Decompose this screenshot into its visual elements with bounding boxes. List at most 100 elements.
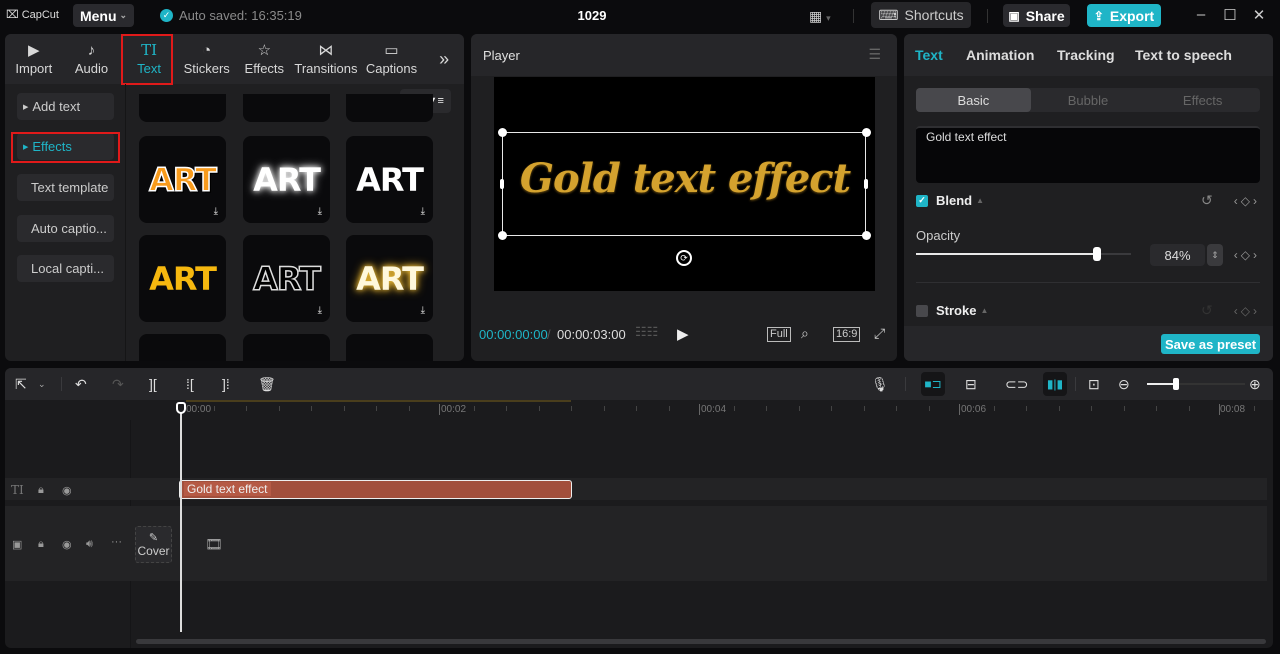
fullscreen-icon[interactable]: ⤢ (874, 325, 885, 342)
effect-tile-partial[interactable] (139, 94, 226, 122)
audio-mute-icon[interactable]: 🔊︎ (86, 538, 93, 551)
minimize-button[interactable]: – (1191, 6, 1211, 23)
resize-handle[interactable] (862, 128, 871, 137)
lock-icon[interactable]: 🔒︎ (38, 538, 44, 551)
download-icon[interactable]: ⤓ (318, 206, 322, 217)
save-as-preset-button[interactable]: Save as preset (1161, 334, 1260, 354)
tab-tracking[interactable]: Tracking (1057, 47, 1115, 63)
menu-button[interactable]: Menu ⌄ (73, 4, 134, 27)
player-canvas[interactable]: Gold text effect ⟳ (494, 77, 875, 291)
download-icon[interactable]: ⤓ (318, 305, 322, 316)
sidebar-item-local-captions[interactable]: Local capti... (17, 255, 114, 282)
tab-stickers[interactable]: ◔ Stickers (178, 34, 236, 84)
download-icon[interactable]: ⤓ (421, 206, 425, 217)
text-selection-box[interactable]: Gold text effect (502, 132, 866, 236)
delete-icon[interactable]: 🗑 (258, 376, 276, 393)
trim-right-icon[interactable]: ]⁞ (222, 376, 230, 392)
tab-effects[interactable]: ☆ Effects (236, 34, 294, 84)
preview-axis-toggle[interactable]: ▮|▮ (1043, 372, 1067, 396)
resize-handle[interactable] (498, 231, 507, 240)
canvas-text[interactable]: Gold text effect (517, 155, 853, 202)
text-clip[interactable]: Gold text effect (179, 480, 572, 499)
effect-tile-partial[interactable] (346, 94, 433, 122)
effect-tile[interactable]: ART ⤓ (346, 235, 433, 322)
effect-tile[interactable]: ART ⤓ (139, 136, 226, 223)
main-track-magnet-toggle[interactable]: ■⊐ (921, 372, 945, 396)
tab-audio[interactable]: ♪ Audio (63, 34, 121, 84)
hamburger-menu-icon[interactable]: ☰ (868, 46, 881, 63)
rotate-icon[interactable]: ⟳ (676, 250, 692, 266)
split-icon[interactable]: ][ (149, 376, 157, 392)
timeline-zoom-slider[interactable] (1147, 378, 1245, 390)
resize-handle[interactable] (500, 179, 504, 189)
resize-handle[interactable] (864, 179, 868, 189)
tab-text[interactable]: Text (915, 47, 943, 63)
opacity-slider[interactable] (916, 247, 1131, 261)
effect-tile[interactable]: ART (139, 235, 226, 322)
share-button[interactable]: ▣ Share (1003, 4, 1070, 27)
keyframe-icon[interactable]: ‹◇› (1234, 248, 1260, 262)
maximize-button[interactable]: ☐ (1220, 6, 1240, 24)
effect-tile[interactable]: ART ⤓ (243, 136, 330, 223)
export-button[interactable]: ⇪ Export (1087, 4, 1161, 27)
tab-import[interactable]: ▶︎ Import (5, 34, 63, 84)
eye-icon[interactable]: ◉ (62, 538, 72, 551)
timeline-horizontal-scrollbar[interactable] (136, 639, 1266, 644)
download-icon[interactable]: ⤓ (214, 206, 218, 217)
tab-animation[interactable]: Animation (966, 47, 1034, 63)
lock-icon[interactable]: 🔒︎ (38, 484, 44, 497)
zoom-in-icon[interactable]: ⊕ (1249, 376, 1261, 393)
stroke-checkbox[interactable] (916, 304, 928, 317)
select-cursor-icon[interactable]: ⇱ (15, 376, 27, 393)
sidebar-item-text-template[interactable]: Text template (17, 174, 114, 201)
close-button[interactable]: ✕ (1249, 6, 1269, 24)
text-content-input[interactable]: Gold text effect (916, 126, 1260, 183)
segment-bubble[interactable]: Bubble (1031, 88, 1146, 112)
effect-tile-partial[interactable] (243, 334, 330, 361)
effect-tile-partial[interactable] (139, 334, 226, 361)
opacity-stepper[interactable]: ⇕ (1207, 244, 1223, 266)
blend-checkbox[interactable]: ✓ (916, 194, 928, 207)
download-icon[interactable]: ⤓ (421, 305, 425, 316)
eye-icon[interactable]: ◉ (62, 484, 72, 497)
caret-up-icon[interactable]: ▲ (980, 306, 988, 315)
tab-transitions[interactable]: ⋈ Transitions (293, 34, 359, 84)
auto-snap-icon[interactable]: ⊟ (965, 376, 977, 393)
resize-handle[interactable] (498, 128, 507, 137)
timeline-list-icon[interactable]: ☷☷ (635, 324, 658, 340)
cover-button[interactable]: ✎ Cover (135, 526, 172, 563)
link-icon[interactable]: ⊂⊃ (1005, 376, 1028, 393)
playhead[interactable] (180, 402, 182, 632)
chevron-down-icon[interactable]: ⌄ (38, 379, 46, 390)
tab-captions[interactable]: ▭ Captions (359, 34, 425, 84)
tab-text-to-speech[interactable]: Text to speech (1135, 47, 1232, 63)
effect-tile-partial[interactable] (346, 334, 433, 361)
microphone-icon[interactable]: 🎙 (871, 376, 889, 393)
effect-tile[interactable]: ART ⤓ (346, 136, 433, 223)
play-button[interactable]: ▶ (677, 325, 689, 343)
playhead-handle[interactable] (176, 402, 186, 414)
aspect-ratio-button[interactable]: 16:9 (833, 327, 861, 342)
resize-handle[interactable] (862, 231, 871, 240)
layout-button[interactable]: ▦ ▾ (809, 8, 831, 25)
shortcuts-button[interactable]: ⌨ Shortcuts (871, 2, 971, 28)
undo-icon[interactable]: ↶ (75, 376, 87, 393)
time-ruler[interactable]: 00:00 00:02 00:04 00:06 00:08 (5, 400, 1273, 420)
more-options-icon[interactable]: ··· (111, 536, 122, 548)
opacity-slider-thumb[interactable] (1092, 247, 1101, 261)
zoom-to-fit-icon[interactable]: ⊡ (1088, 376, 1100, 393)
segment-effects[interactable]: Effects (1145, 88, 1260, 112)
zoom-slider-thumb[interactable] (1173, 378, 1180, 390)
keyframe-icon[interactable]: ‹◇› (1234, 304, 1260, 318)
keyframe-icon[interactable]: ‹◇› (1234, 194, 1260, 208)
zoom-fit-icon[interactable]: ⌕ (801, 325, 809, 342)
caret-up-icon[interactable]: ▲ (976, 196, 984, 205)
opacity-value-input[interactable]: 84% (1150, 244, 1205, 266)
effect-tile[interactable]: ART ⤓ (243, 235, 330, 322)
full-quality-button[interactable]: Full (767, 327, 791, 342)
trim-left-icon[interactable]: ⁞[ (186, 376, 194, 392)
reset-icon[interactable]: ↺ (1201, 192, 1213, 209)
segment-basic[interactable]: Basic (916, 88, 1031, 112)
sidebar-item-add-text[interactable]: ▶ Add text (17, 93, 114, 120)
effect-tile-partial[interactable] (243, 94, 330, 122)
